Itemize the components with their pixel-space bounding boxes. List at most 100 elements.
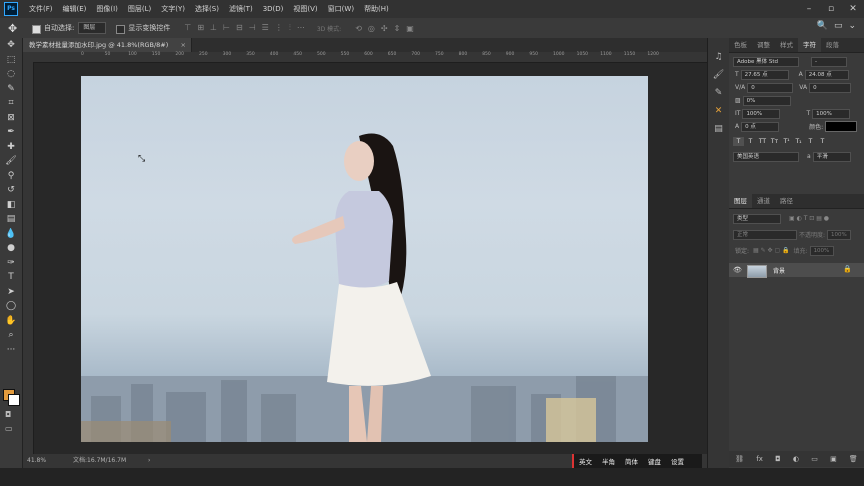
3d-rotate-icon[interactable]: ⟲ (355, 24, 362, 33)
menu-window[interactable]: 窗口(W) (323, 4, 359, 14)
maximize-button[interactable]: ▫ (820, 0, 842, 18)
3d-drag-icon[interactable]: ✣ (381, 24, 388, 33)
healing-tool-icon[interactable]: ✚ (0, 140, 22, 155)
tab-swatches[interactable]: 色板 (729, 38, 752, 52)
tools-icon[interactable]: ✕ (708, 102, 729, 120)
history-brush-icon[interactable]: ↺ (0, 183, 22, 198)
filter-icons[interactable]: ▣ ◐ T ⊡ ▤ ● (789, 215, 829, 222)
shape-tool-icon[interactable]: ◯ (0, 299, 22, 314)
move-tool-icon[interactable]: ✥ (0, 38, 22, 53)
lasso-tool-icon[interactable]: ◌ (0, 67, 22, 82)
layer-filter-select[interactable]: 类型 (733, 213, 781, 224)
document-image[interactable] (81, 76, 648, 442)
ime-keyboard[interactable]: 键盘 (643, 456, 666, 466)
align-left-icon[interactable]: ⊢ (223, 23, 230, 33)
brush-tool-icon[interactable]: 🖌 (0, 154, 22, 169)
menu-file[interactable]: 文件(F) (24, 4, 58, 14)
tab-adjustments[interactable]: 调整 (752, 38, 775, 52)
path-select-tool-icon[interactable]: ➤ (0, 285, 22, 300)
antialias-select[interactable]: 平滑 (812, 151, 851, 162)
layer-row[interactable]: 👁 背景 🔒 (729, 263, 864, 278)
layer-name[interactable]: 背景 (773, 266, 785, 275)
new-group-icon[interactable]: ▭ (811, 451, 818, 467)
distribute-4-icon[interactable]: ⋯ (297, 23, 305, 33)
new-layer-icon[interactable]: ▣ (830, 451, 837, 467)
underline-button[interactable]: T (805, 137, 816, 146)
ime-english[interactable]: 英文 (574, 456, 597, 466)
link-layers-icon[interactable]: ⛓ (735, 451, 744, 467)
blend-mode-select[interactable]: 正常 (733, 229, 797, 240)
search-icon[interactable]: 🔍 (817, 21, 828, 31)
baseline-field[interactable]: 0 点 (741, 121, 780, 132)
menu-view[interactable]: 视图(V) (288, 4, 322, 14)
horizontal-scale-field[interactable]: 100% (812, 108, 851, 119)
align-vcenter-icon[interactable]: ⊞ (197, 23, 204, 33)
leading-field[interactable]: 24.08 点 (804, 69, 849, 80)
all-caps-button[interactable]: TT (757, 137, 768, 146)
subscript-button[interactable]: T₁ (793, 137, 804, 146)
auto-select-dropdown[interactable]: 图层 (78, 22, 107, 34)
history-panel-icon[interactable]: ♫ (708, 48, 729, 66)
tab-channels[interactable]: 通道 (752, 194, 775, 208)
menu-type[interactable]: 文字(Y) (156, 4, 190, 14)
strikethrough-button[interactable]: T (817, 137, 828, 146)
ime-simplified[interactable]: 简体 (620, 456, 643, 466)
auto-select-checkbox[interactable] (32, 24, 41, 34)
brush-settings-icon[interactable]: ✎ (708, 84, 729, 102)
ime-halfwidth[interactable]: 半角 (597, 456, 620, 466)
menu-image[interactable]: 图像(I) (91, 4, 123, 14)
tab-layers[interactable]: 图层 (729, 194, 752, 208)
layer-lock-icon[interactable]: 🔒 (843, 265, 852, 273)
delete-layer-icon[interactable]: 🗑 (849, 451, 858, 467)
workspace-dropdown-icon[interactable]: ⌄ (848, 21, 856, 31)
superscript-button[interactable]: T¹ (781, 137, 792, 146)
faux-italic-button[interactable]: T (745, 137, 756, 146)
align-bottom-icon[interactable]: ⊥ (210, 23, 217, 33)
menu-filter[interactable]: 滤镜(T) (224, 4, 258, 14)
zoom-level[interactable]: 41.8% (27, 454, 46, 468)
tab-paragraph[interactable]: 段落 (821, 38, 844, 52)
3d-roll-icon[interactable]: ◎ (368, 24, 375, 33)
screen-mode-icon[interactable]: ▭ (5, 424, 13, 433)
lock-icons[interactable]: ▦ ✎ ✥ ▢ 🔒 (753, 247, 790, 254)
ime-settings[interactable]: 设置 (666, 456, 689, 466)
gradient-tool-icon[interactable]: ▤ (0, 212, 22, 227)
tab-character[interactable]: 字符 (798, 38, 821, 52)
document-tab[interactable]: 教学素材批量添加水印.jpg @ 41.8%(RGB/8#) × (23, 38, 192, 52)
adjustment-layer-icon[interactable]: ◐ (793, 451, 799, 467)
marquee-tool-icon[interactable]: ⬚ (0, 53, 22, 68)
frame-tool-icon[interactable]: ⊠ (0, 111, 22, 126)
eraser-tool-icon[interactable]: ◧ (0, 198, 22, 213)
menu-help[interactable]: 帮助(H) (359, 4, 394, 14)
brush-panel-icon[interactable]: 🖌 (708, 66, 729, 84)
move-tool-icon[interactable]: ✥ (8, 22, 22, 35)
type-tool-icon[interactable]: T (0, 270, 22, 285)
small-caps-button[interactable]: Tт (769, 137, 780, 146)
quick-select-tool-icon[interactable]: ✎ (0, 82, 22, 97)
menu-select[interactable]: 选择(S) (190, 4, 224, 14)
layer-effects-icon[interactable]: fx (756, 451, 763, 467)
zoom-tool-icon[interactable]: ⌕ (0, 328, 22, 343)
quick-mask-icon[interactable]: ◘ (5, 410, 11, 419)
pen-tool-icon[interactable]: ✑ (0, 256, 22, 271)
fill-field[interactable]: 100% (809, 245, 834, 256)
blur-tool-icon[interactable]: 💧 (0, 227, 22, 242)
tab-styles[interactable]: 样式 (775, 38, 798, 52)
vertical-scale-field[interactable]: 100% (742, 108, 781, 119)
crop-tool-icon[interactable]: ⌗ (0, 96, 22, 111)
font-size-field[interactable]: 27.65 点 (740, 69, 789, 80)
tracking-field[interactable]: 0 (809, 82, 852, 93)
layer-mask-icon[interactable]: ◘ (775, 451, 781, 467)
distribute-3-icon[interactable]: ⫶ (289, 23, 291, 33)
align-right-icon[interactable]: ⊣ (249, 23, 256, 33)
dodge-tool-icon[interactable]: ● (0, 241, 22, 256)
distribute-2-icon[interactable]: ⋮ (275, 23, 283, 33)
opacity-field[interactable]: 100% (827, 229, 852, 240)
workspace-icon[interactable]: ▭ (834, 21, 843, 31)
language-select[interactable]: 美国英语 (733, 151, 799, 162)
menu-edit[interactable]: 编辑(E) (58, 4, 92, 14)
background-color[interactable] (8, 394, 20, 406)
hand-tool-icon[interactable]: ✋ (0, 314, 22, 329)
text-color-swatch[interactable] (825, 121, 858, 132)
eyedropper-tool-icon[interactable]: ✒ (0, 125, 22, 140)
